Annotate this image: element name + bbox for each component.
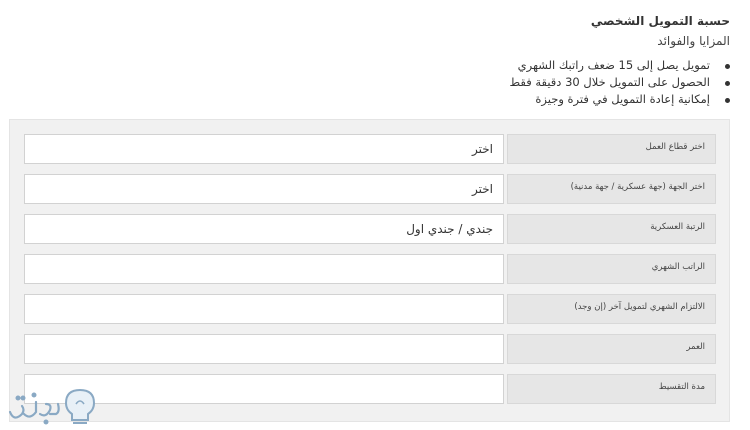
entity-label: اختر الجهة (جهة عسكرية / جهة مدنية) — [507, 174, 716, 204]
salary-label: الراتب الشهري — [507, 254, 716, 284]
installment-period-label: مدة التقسيط — [507, 374, 716, 404]
form-row-entity: اختر اختر الجهة (جهة عسكرية / جهة مدنية) — [24, 174, 716, 206]
age-label: العمر — [507, 334, 716, 364]
form-row-age: العمر — [24, 334, 716, 366]
rank-label: الرتبة العسكرية — [507, 214, 716, 244]
obligation-input[interactable] — [24, 294, 504, 324]
lightbulb-icon — [64, 388, 96, 424]
form-row-sector: اختر اختر قطاع العمل — [24, 134, 716, 166]
watermark-logo-graphic — [8, 388, 96, 425]
benefit-text: إمكانية إعادة التمويل في فترة وجيزة — [535, 92, 710, 106]
bullet-icon — [725, 98, 730, 103]
sector-select[interactable]: اختر — [24, 134, 504, 164]
rank-select[interactable]: جندي / جندي اول — [24, 214, 504, 244]
bullet-icon — [725, 81, 730, 86]
benefits-heading: المزايا والفوائد — [657, 34, 730, 48]
obligation-label: الالتزام الشهري لتمويل آخر (إن وجد) — [507, 294, 716, 324]
bullet-icon — [725, 64, 730, 69]
form-row-installment: مدة التقسيط — [24, 374, 716, 406]
benefits-list: تمويل يصل إلى 15 ضعف راتبك الشهري الحصول… — [509, 57, 730, 108]
benefit-item: إمكانية إعادة التمويل في فترة وجيزة — [509, 91, 730, 108]
page-title: حسبة التمويل الشخصي — [590, 14, 730, 28]
form-row-rank: جندي / جندي اول الرتبة العسكرية — [24, 214, 716, 246]
age-input[interactable] — [24, 334, 504, 364]
finance-form: اختر اختر قطاع العمل اختر اختر الجهة (جه… — [9, 119, 730, 422]
calculator-page: حسبة التمويل الشخصي المزايا والفوائد تمو… — [0, 0, 750, 430]
form-row-salary: الراتب الشهري — [24, 254, 716, 286]
form-row-obligation: الالتزام الشهري لتمويل آخر (إن وجد) — [24, 294, 716, 326]
benefit-text: تمويل يصل إلى 15 ضعف راتبك الشهري — [517, 58, 710, 72]
watermark-logo — [4, 382, 104, 428]
salary-input[interactable] — [24, 254, 504, 284]
sector-label: اختر قطاع العمل — [507, 134, 716, 164]
benefit-item: تمويل يصل إلى 15 ضعف راتبك الشهري — [509, 57, 730, 74]
benefit-text: الحصول على التمويل خلال 30 دقيقة فقط — [509, 75, 710, 89]
entity-select[interactable]: اختر — [24, 174, 504, 204]
benefit-item: الحصول على التمويل خلال 30 دقيقة فقط — [509, 74, 730, 91]
